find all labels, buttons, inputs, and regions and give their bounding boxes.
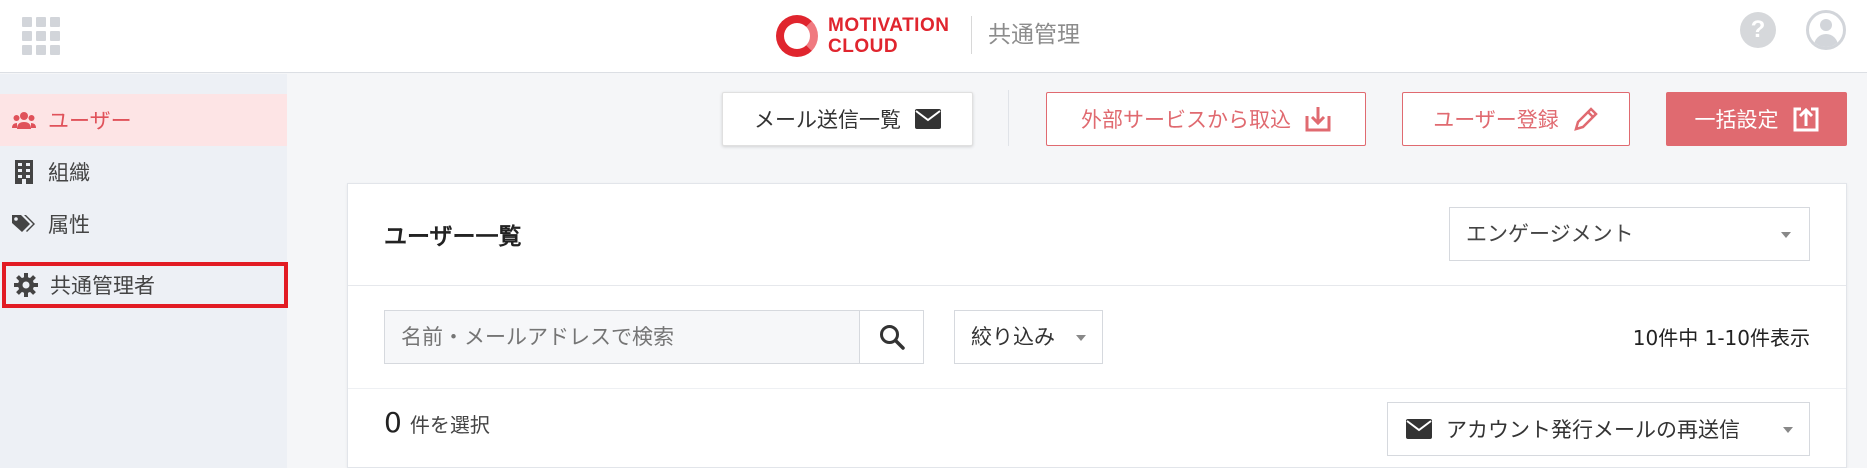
top-header: MOTIVATION CLOUD 共通管理 ? — [0, 0, 1867, 73]
import-label: 外部サービスから取込 — [1081, 108, 1291, 132]
sidebar-item-common-admin[interactable]: 共通管理者 — [2, 262, 288, 308]
bulk-label: 一括設定 — [1694, 108, 1779, 132]
app-grid-icon[interactable] — [22, 17, 60, 55]
building-icon — [12, 160, 36, 184]
search-input[interactable] — [384, 310, 860, 364]
sidebar-item-label: 組織 — [48, 161, 90, 185]
app-name: 共通管理 — [988, 22, 1080, 48]
register-label: ユーザー登録 — [1433, 108, 1559, 132]
user-list-card: ユーザー一覧 エンゲージメント 絞り込み 10件中 1-10件表示 0 件を選択… — [347, 183, 1847, 468]
card-divider — [348, 388, 1846, 389]
pencil-icon — [1573, 107, 1598, 131]
envelope-icon — [1406, 419, 1432, 439]
chevron-down-icon — [1781, 232, 1791, 238]
header-divider — [971, 16, 972, 54]
logo-text-line2: CLOUD — [828, 36, 899, 57]
logo-text-line1: MOTIVATION — [828, 15, 950, 36]
toolbar-divider — [1008, 90, 1009, 146]
card-title: ユーザー一覧 — [384, 224, 522, 250]
gear-icon — [14, 273, 38, 297]
search-icon — [879, 325, 905, 350]
sidebar-item-users[interactable]: ユーザー — [0, 94, 287, 146]
tags-icon — [12, 212, 36, 236]
sidebar-item-label: 共通管理者 — [50, 274, 155, 298]
download-tray-icon — [1305, 107, 1331, 132]
envelope-icon — [915, 109, 941, 129]
mail-list-button[interactable]: メール送信一覧 — [722, 92, 973, 146]
filter-label: 絞り込み — [971, 325, 1055, 349]
resend-account-mail-button[interactable]: アカウント発行メールの再送信 — [1387, 402, 1810, 456]
sidebar: ユーザー 組織 属性 共通管理者 — [0, 74, 288, 468]
chevron-down-icon — [1076, 335, 1086, 341]
sidebar-item-label: 属性 — [48, 213, 90, 237]
user-register-button[interactable]: ユーザー登録 — [1402, 92, 1630, 146]
selected-number: 0 — [384, 406, 402, 439]
logo-ring-icon — [776, 15, 818, 57]
sidebar-item-label: ユーザー — [48, 109, 132, 133]
selected-count: 0 件を選択 — [384, 406, 490, 439]
result-count: 10件中 1-10件表示 — [1632, 326, 1810, 350]
card-divider — [348, 285, 1846, 286]
product-select-value: エンゲージメント — [1466, 222, 1634, 246]
upload-box-icon — [1793, 107, 1818, 132]
sidebar-item-attributes[interactable]: 属性 — [0, 198, 287, 250]
import-external-button[interactable]: 外部サービスから取込 — [1046, 92, 1366, 146]
resend-label: アカウント発行メールの再送信 — [1446, 418, 1740, 442]
selected-label: 件を選択 — [409, 413, 490, 437]
product-select[interactable]: エンゲージメント — [1449, 207, 1810, 261]
help-icon[interactable]: ? — [1740, 12, 1776, 48]
mail-list-label: メール送信一覧 — [754, 108, 901, 132]
motivation-cloud-logo[interactable]: MOTIVATION CLOUD — [776, 14, 949, 58]
sidebar-item-organization[interactable]: 組織 — [0, 146, 287, 198]
users-icon — [12, 108, 36, 132]
search-button[interactable] — [859, 310, 924, 364]
chevron-down-icon — [1783, 427, 1793, 433]
bulk-settings-button[interactable]: 一括設定 — [1666, 92, 1847, 146]
user-avatar-icon[interactable] — [1806, 10, 1846, 50]
filter-dropdown[interactable]: 絞り込み — [954, 310, 1103, 364]
